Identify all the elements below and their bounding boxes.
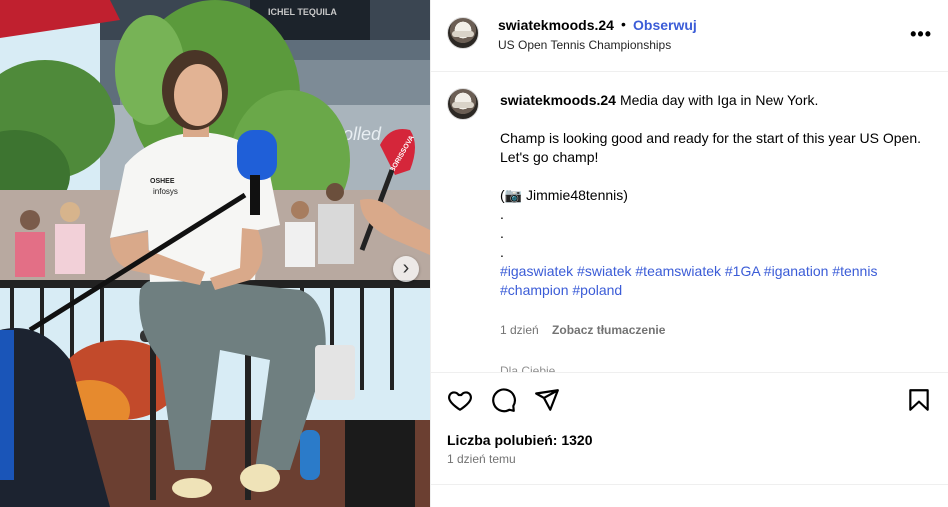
post-sidebar: swiatekmoods.24 • Obserwuj US Open Tenni… bbox=[430, 0, 948, 507]
caption-line: . bbox=[500, 206, 504, 222]
post-location[interactable]: US Open Tennis Championships bbox=[498, 38, 671, 52]
post-date: 1 dzień temu bbox=[447, 452, 516, 466]
share-icon[interactable] bbox=[534, 387, 560, 413]
see-translation-button[interactable]: Zobacz tłumaczenie bbox=[552, 323, 665, 337]
photo-illustration: ICHEL TEQUILA Rolled OSHEE infosys BORIS… bbox=[0, 0, 430, 507]
post-header: swiatekmoods.24 • Obserwuj US Open Tenni… bbox=[431, 0, 948, 72]
follow-button[interactable]: Obserwuj bbox=[633, 17, 697, 33]
comment-time: 1 dzień bbox=[500, 323, 539, 337]
author-avatar[interactable] bbox=[447, 17, 479, 49]
caption-line: Champ is looking good and ready for the … bbox=[500, 130, 922, 146]
comment-icon[interactable] bbox=[491, 387, 517, 413]
caption-username[interactable]: swiatekmoods.24 bbox=[500, 92, 616, 108]
caption-line: Let's go champ! bbox=[500, 149, 599, 165]
caption-hashtags[interactable]: #igaswiatek #swiatek #teamswiatek #1GA #… bbox=[500, 262, 930, 300]
author-username[interactable]: swiatekmoods.24 bbox=[498, 17, 614, 33]
bookmark-icon[interactable] bbox=[906, 387, 932, 413]
caption-line: (📷 Jimmie48tennis) bbox=[500, 187, 628, 203]
separator-dot: • bbox=[621, 16, 626, 32]
photo-banner-text: ICHEL TEQUILA bbox=[268, 7, 337, 17]
caption-avatar[interactable] bbox=[447, 88, 479, 120]
instagram-post: ICHEL TEQUILA Rolled OSHEE infosys BORIS… bbox=[0, 0, 948, 507]
more-options-icon[interactable]: ••• bbox=[910, 24, 932, 45]
caption-line: . bbox=[500, 225, 504, 241]
shirt-brand-text: OSHEE bbox=[150, 178, 175, 185]
caption-section: swiatekmoods.24 Media day with Iga in New… bbox=[431, 72, 948, 372]
likes-count[interactable]: Liczba polubień: 1320 bbox=[447, 432, 592, 448]
caption-line: Media day with Iga in New York. bbox=[619, 92, 819, 108]
caption-line: . bbox=[500, 244, 504, 260]
post-photo[interactable]: ICHEL TEQUILA Rolled OSHEE infosys BORIS… bbox=[0, 0, 430, 507]
post-actions bbox=[431, 372, 948, 429]
carousel-next-button[interactable]: › bbox=[393, 256, 419, 282]
for-you-label[interactable]: Dla Ciebie ⌄ bbox=[500, 364, 569, 372]
caption-meta: 1 dzień Zobacz tłumaczenie bbox=[500, 323, 665, 337]
post-caption: swiatekmoods.24 Media day with Iga in New… bbox=[500, 91, 930, 300]
divider bbox=[431, 484, 948, 485]
heart-icon[interactable] bbox=[447, 387, 473, 413]
shirt-sponsor-text: infosys bbox=[153, 187, 178, 196]
